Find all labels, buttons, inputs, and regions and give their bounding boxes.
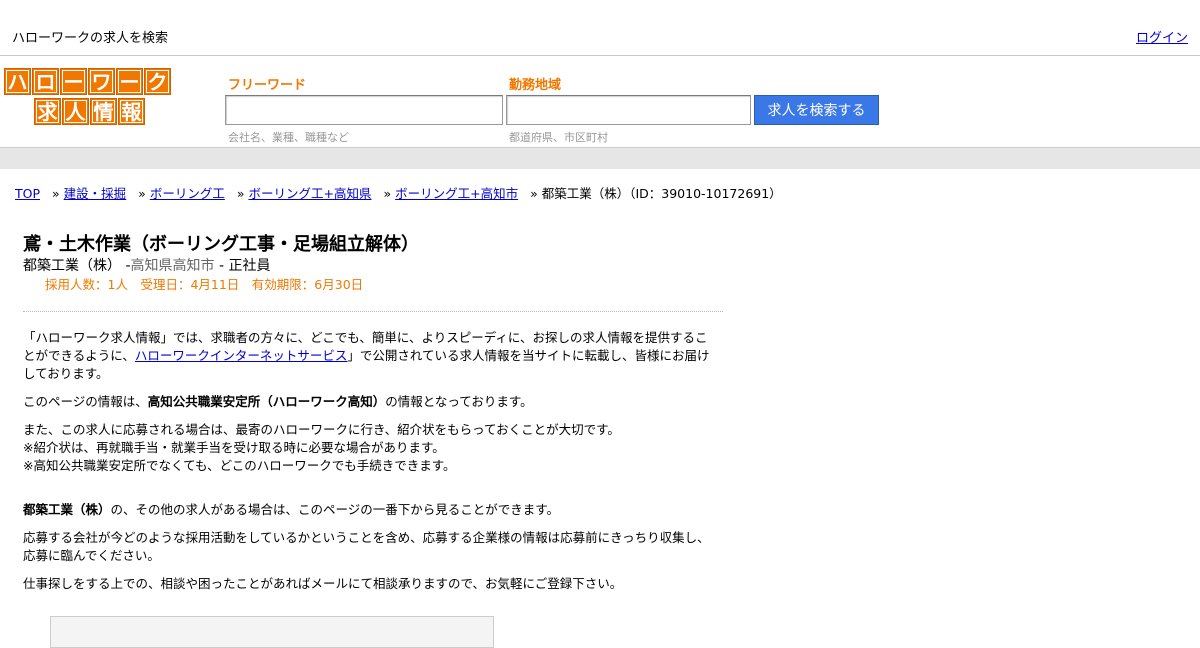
freeword-label: フリーワード [228,78,307,93]
dash: - [121,258,131,274]
login-link[interactable]: ログイン [1136,27,1188,46]
search-button[interactable]: 求人を検索する [754,95,879,125]
breadcrumb-separator: » [52,186,60,201]
area-hint: 都道府県、市区町村 [509,131,608,144]
area-label: 勤務地域 [509,78,562,93]
logo-row-hellowork: ハ ロ ー ワ ー ク [4,68,171,95]
breadcrumb-separator: » [236,186,245,201]
logo-tile: ロ [32,68,59,95]
company-name: 都築工業（株） [23,258,121,274]
job-meta: 採用人数：1人 受理日：4月11日 有効期限：6月30日 [45,277,364,292]
dotted-divider [23,311,723,312]
breadcrumb-current: 都築工業（株）（ID：39010-10172691） [541,186,782,201]
logo-tile: 人 [62,98,89,125]
job-title: 鳶・土木作業（ボーリング工事・足場組立解体） [23,234,419,255]
gray-divider-bar [0,147,1200,169]
breadcrumb-separator: » [530,186,538,201]
other-jobs-text: の、その他の求人がある場合は、このページの一番下から見ることができます。 [110,502,560,517]
logo-row-kyujin: 求 人 情 報 [34,98,145,125]
logo-tile: ワ [88,68,115,95]
top-bar: ハローワークの求人を検索 ログイン [0,0,1200,56]
header: ハ ロ ー ワ ー ク 求 人 情 報 フリーワード 会社名、業種、職種など 勤… [0,56,1200,146]
logo-tile: ク [144,68,171,95]
employment-type: 正社員 [228,258,271,274]
job-detail-box [50,616,494,648]
breadcrumb-construction[interactable]: 建設・採掘 [64,186,127,201]
hellowork-internet-service-link[interactable]: ハローワークインターネットサービス [135,348,348,363]
logo-tile: ー [116,68,143,95]
logo-tile: ー [60,68,87,95]
referral-line: また、この求人に応募される場合は、最寄のハローワークに行き、紹介状をもらっておく… [23,422,620,437]
breadcrumb-separator: » [138,186,146,201]
breadcrumb-top[interactable]: TOP [15,186,40,201]
job-description: 「ハローワーク求人情報」では、求職者の方々に、どこでも、簡単に、よりスピーディに… [23,329,718,603]
dash: - [214,258,229,274]
logo-tile: 報 [118,98,145,125]
referral-paragraph: また、この求人に応募される場合は、最寄のハローワークに行き、紹介状をもらっておく… [23,421,718,475]
area-input[interactable] [506,95,751,125]
breadcrumb-boring[interactable]: ボーリング工 [150,186,225,201]
source-text: このページの情報は、 [23,394,148,409]
job-header: 鳶・土木作業（ボーリング工事・足場組立解体） 都築工業（株） -高知県高知市 -… [23,233,723,312]
referral-note: ※紹介状は、再就職手当・就業手当を受け取る時に必要な場合があります。 [23,440,445,455]
site-tagline: ハローワークの求人を検索 [12,31,169,46]
job-location: 高知県高知市 [130,258,215,274]
source-office: 高知公共職業安定所（ハローワーク高知） [147,394,386,409]
logo-tile: 求 [34,98,61,125]
other-jobs-paragraph: 都築工業（株）の、その他の求人がある場合は、このページの一番下から見ることができ… [23,501,718,519]
referral-note: ※高知公共職業安定所でなくても、どこのハローワークでも手続きできます。 [23,458,456,473]
logo-tile: ハ [4,68,31,95]
breadcrumb: TOP » 建設・採掘 » ボーリング工 » ボーリング工+高知県 » ボーリング工+高… [15,183,782,202]
site-logo[interactable]: ハ ロ ー ワ ー ク 求 人 情 報 [4,68,182,126]
intro-paragraph: 「ハローワーク求人情報」では、求職者の方々に、どこでも、簡単に、よりスピーディに… [23,329,718,383]
logo-tile: 情 [90,98,117,125]
breadcrumb-separator: » [383,186,392,201]
source-text: の情報となっております。 [385,394,533,409]
advice-paragraph: 応募する会社が今どのような採用活動をしているかということを含め、応募する企業様の… [23,530,710,563]
freeword-input[interactable] [225,95,503,125]
job-subtitle: 都築工業（株） -高知県高知市 - 正社員 [23,257,723,275]
company-name-bold: 都築工業（株） [23,502,111,517]
breadcrumb-boring-kochi-city[interactable]: ボーリング工+高知市 [395,186,518,201]
consult-paragraph: 仕事探しをする上での、相談や困ったことがあればメールにて相談承りますので、お気軽… [23,576,623,591]
breadcrumb-boring-kochi-pref[interactable]: ボーリング工+高知県 [248,186,371,201]
source-paragraph: このページの情報は、高知公共職業安定所（ハローワーク高知）の情報となっております… [23,393,718,411]
freeword-hint: 会社名、業種、職種など [228,131,349,144]
